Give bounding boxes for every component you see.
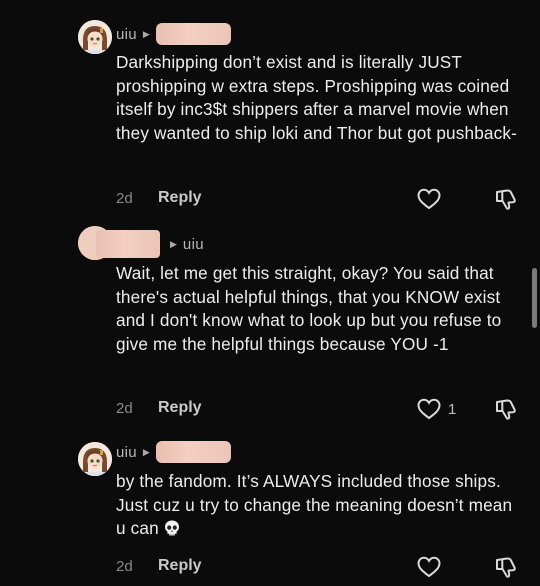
comment-thread: uiu ▶ Darkshipping don’t exist and is li… bbox=[0, 0, 540, 586]
timestamp: 2d bbox=[116, 399, 133, 417]
dislike-button[interactable] bbox=[494, 555, 518, 579]
avatar[interactable] bbox=[78, 20, 112, 54]
like-button[interactable] bbox=[416, 555, 448, 579]
thumbs-down-icon bbox=[496, 189, 516, 210]
comment-header: uiu ▶ bbox=[116, 23, 231, 45]
timestamp: 2d bbox=[116, 557, 133, 575]
avatar[interactable] bbox=[78, 442, 112, 476]
reply-button[interactable]: Reply bbox=[158, 189, 202, 207]
comment-meta: 2d Reply bbox=[116, 557, 202, 575]
heart-outline-icon bbox=[417, 556, 441, 578]
scrollbar[interactable] bbox=[532, 268, 537, 328]
reply-button[interactable]: Reply bbox=[158, 399, 202, 417]
comment-header: ▶ uiu bbox=[96, 230, 204, 258]
heart-outline-icon bbox=[417, 188, 441, 210]
redacted-username bbox=[155, 441, 231, 463]
thumbs-down-icon bbox=[496, 399, 516, 420]
like-button[interactable] bbox=[416, 187, 448, 211]
comment-text: Wait, let me get this straight, okay? Yo… bbox=[116, 263, 502, 354]
heart-outline-icon bbox=[417, 398, 441, 420]
skull-emoji-icon bbox=[163, 519, 181, 537]
username[interactable]: uiu bbox=[116, 26, 137, 43]
username[interactable]: uiu bbox=[116, 444, 137, 461]
reply-button[interactable]: Reply bbox=[158, 557, 202, 575]
like-button[interactable]: 1 bbox=[416, 397, 456, 421]
thumbs-down-icon bbox=[496, 557, 516, 578]
comment-meta: 2d Reply bbox=[116, 189, 202, 207]
dislike-button[interactable] bbox=[494, 397, 518, 421]
comment-text: Darkshipping don’t exist and is literall… bbox=[116, 52, 517, 143]
triangle-right-icon: ▶ bbox=[142, 446, 150, 457]
comment-header: uiu ▶ bbox=[116, 441, 231, 463]
redacted-username bbox=[96, 230, 160, 258]
comment-meta: 2d Reply bbox=[116, 399, 202, 417]
username[interactable]: uiu bbox=[183, 236, 204, 253]
redacted-username bbox=[155, 23, 231, 45]
triangle-right-icon: ▶ bbox=[142, 28, 150, 39]
timestamp: 2d bbox=[116, 189, 133, 207]
triangle-right-icon: ▶ bbox=[170, 238, 177, 249]
comment-text: by the fandom. It’s ALWAYS included thos… bbox=[116, 470, 526, 541]
like-count: 1 bbox=[448, 400, 457, 418]
dislike-button[interactable] bbox=[494, 187, 518, 211]
